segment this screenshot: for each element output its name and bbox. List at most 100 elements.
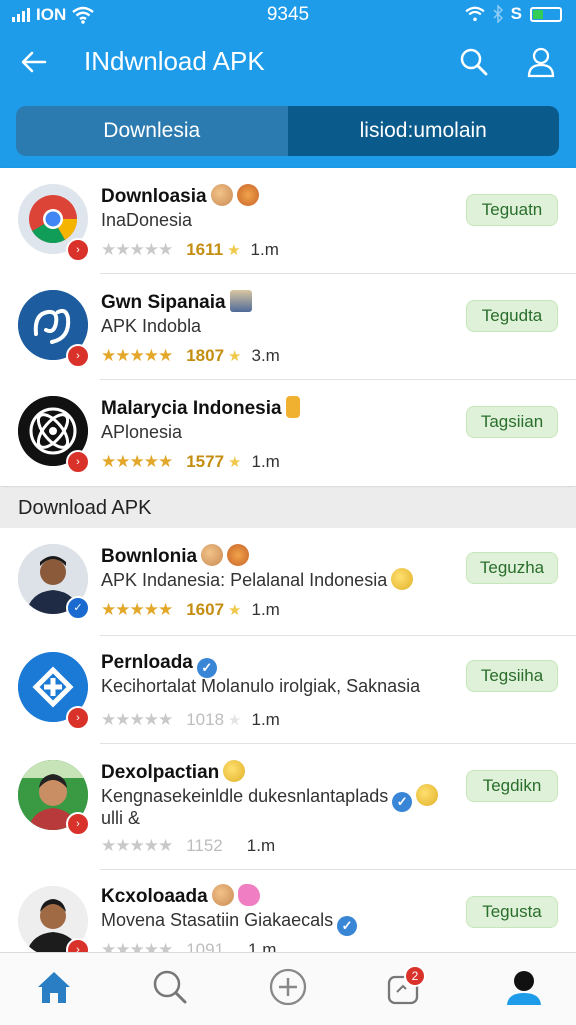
profile-icon[interactable]	[504, 967, 544, 1007]
app-size: 1.m	[246, 836, 276, 855]
home-icon[interactable]	[34, 967, 74, 1007]
app-meta: ★★★★★ 1577 ★ 1.m	[101, 452, 280, 472]
app-name-text: Kcxoloaada	[101, 886, 208, 907]
list-item[interactable]: › Kcxoloaada Movena Stasatiin Giakaecals…	[0, 870, 576, 952]
install-button[interactable]: Tegusta	[466, 896, 558, 928]
app-size: 1.m	[251, 710, 280, 729]
rating-count: 1577	[186, 452, 225, 471]
list-item[interactable]: › Gwn Sipanaia APK Indobla ★★★★★ 1807 ★ …	[0, 274, 576, 380]
search-icon[interactable]	[150, 967, 190, 1007]
app-bar: INdwnload APK	[0, 30, 576, 94]
app-name-text: Malarycia Indonesia	[101, 398, 282, 419]
install-button[interactable]: Tegsiiha	[466, 660, 558, 692]
app-subtitle: InaDonesia	[101, 210, 193, 230]
app-name: Downloasia	[101, 184, 259, 208]
app-size: 3.m	[251, 346, 280, 365]
app-name-text: Pernloada	[101, 652, 193, 673]
list-item[interactable]: › Pernloada ✓ Kecihortalat Molanulo irolg…	[0, 636, 576, 744]
rating-count: 1091	[186, 940, 225, 952]
app-subtitle-text: Movena Stasatiin Giakaecals	[101, 910, 334, 930]
battery-icon	[530, 6, 562, 22]
segmented-tabs: Downlesia lisiod:umolain	[16, 106, 559, 156]
app-subtitle: Kecihortalat Molanulo irolgiak, Saknasia	[101, 676, 421, 696]
status-glyph: S	[510, 4, 522, 23]
section-header: Download APK	[0, 488, 576, 528]
install-button[interactable]: Tagsiian	[466, 406, 558, 438]
app-subtitle: APK Indanesia: Pelalanal Indonesia	[101, 568, 414, 591]
app-size: 1.m	[250, 240, 279, 259]
tab-lisiodumolain[interactable]: lisiod:umolain	[287, 106, 559, 156]
star-icon: ★	[228, 712, 242, 729]
app-name: Bownlonia	[101, 544, 250, 568]
rating-stars-icon: ★★★★★	[101, 240, 173, 259]
pink-emoji-icon	[237, 884, 260, 906]
app-meta: ★★★★★ 1607 ★ 1.m	[101, 600, 280, 620]
app-subtitle: Kengnasekeinldle dukesnlantaplads ✓	[101, 784, 439, 812]
app-subtitle: Movena Stasatiin Giakaecals ✓	[101, 910, 358, 936]
neutral-emoji-icon	[416, 784, 439, 806]
install-button[interactable]: Teguzha	[466, 552, 558, 584]
update-badge-icon: ›	[66, 344, 90, 368]
list-item[interactable]: › Malarycia Indonesia APlonesia ★★★★★ 15…	[0, 380, 576, 486]
update-badge-icon: ›	[66, 706, 90, 730]
app-subtitle-text: Kengnasekeinldle dukesnlantaplads	[101, 786, 389, 806]
user-icon[interactable]	[526, 46, 556, 78]
search-icon[interactable]	[458, 46, 490, 78]
install-button[interactable]: Tegdikn	[466, 770, 558, 802]
app-name-text: Downloasia	[101, 186, 207, 207]
face-emoji-icon	[201, 544, 224, 566]
tabs-bar: Downlesia lisiod:umolain	[0, 94, 576, 168]
app-name-text: Bownlonia	[101, 546, 198, 567]
app-size: 1.m	[251, 452, 280, 471]
verified-icon: ✓	[392, 792, 413, 812]
list-item[interactable]: › Dexolpactian Kengnasekeinldle dukesnla…	[0, 744, 576, 870]
verified-badge-icon: ✓	[66, 596, 90, 620]
app-name-text: Gwn Sipanaia	[101, 292, 226, 313]
featured-apps-card: › Downloasia InaDonesia ★★★★★ 1611 ★ 1.m…	[0, 168, 576, 487]
status-bar: ION 9345 S	[0, 0, 576, 30]
app-name: Kcxoloaada	[101, 884, 260, 908]
smile-emoji-icon	[223, 760, 246, 782]
add-icon[interactable]	[268, 967, 308, 1007]
image-emoji-icon	[229, 290, 252, 312]
verified-icon: ✓	[337, 916, 358, 936]
star-icon: ★	[228, 454, 242, 471]
wifi-icon	[465, 6, 485, 22]
bottom-nav: 2	[0, 952, 576, 1025]
app-subtitle: APK Indobla	[101, 316, 202, 336]
install-button[interactable]: Teguatn	[466, 194, 558, 226]
app-name: Dexolpactian	[101, 760, 246, 784]
app-meta: ★★★★★ 1152 1.m	[101, 836, 275, 856]
rating-stars-icon: ★★★★★	[101, 452, 173, 471]
list-item[interactable]: ✓ Bownlonia APK Indanesia: Pelalanal Ind…	[0, 528, 576, 636]
face-emoji-icon	[211, 884, 234, 906]
app-name: Gwn Sipanaia	[101, 290, 252, 314]
crab-emoji-icon	[227, 544, 250, 566]
rating-count: 1807	[186, 346, 225, 365]
rating-stars-icon: ★★★★★	[101, 710, 173, 729]
bluetooth-icon	[493, 5, 503, 23]
app-name: Malarycia Indonesia	[101, 396, 300, 420]
rating-count: 1611	[186, 240, 224, 259]
update-badge-icon: ›	[66, 812, 90, 836]
app-subtitle-text: APK Indanesia: Pelalanal Indonesia	[101, 570, 388, 590]
list-item[interactable]: › Downloasia InaDonesia ★★★★★ 1611 ★ 1.m…	[0, 168, 576, 274]
app-name-text: Dexolpactian	[101, 762, 220, 783]
back-arrow-icon[interactable]	[18, 46, 50, 78]
rating-stars-icon: ★★★★★	[101, 836, 173, 855]
rating-stars-icon: ★★★★★	[101, 600, 173, 619]
app-size: 1.m	[248, 940, 277, 952]
notification-badge: 2	[404, 965, 426, 987]
rating-count: 1152	[186, 836, 223, 855]
star-icon: ★	[228, 602, 242, 619]
app-meta: ★★★★★ 1611 ★ 1.m	[101, 240, 279, 260]
update-badge-icon: ›	[66, 938, 90, 952]
face-emoji-icon	[210, 184, 233, 206]
install-button[interactable]: Tegudta	[466, 300, 558, 332]
hand-emoji-icon	[285, 396, 300, 418]
app-size: 1.m	[251, 600, 280, 619]
tab-downlesia[interactable]: Downlesia	[16, 106, 288, 156]
crab-emoji-icon	[236, 184, 259, 206]
app-meta: ★★★★★ 1091 1.m	[101, 940, 276, 952]
rating-stars-icon: ★★★★★	[101, 940, 173, 952]
